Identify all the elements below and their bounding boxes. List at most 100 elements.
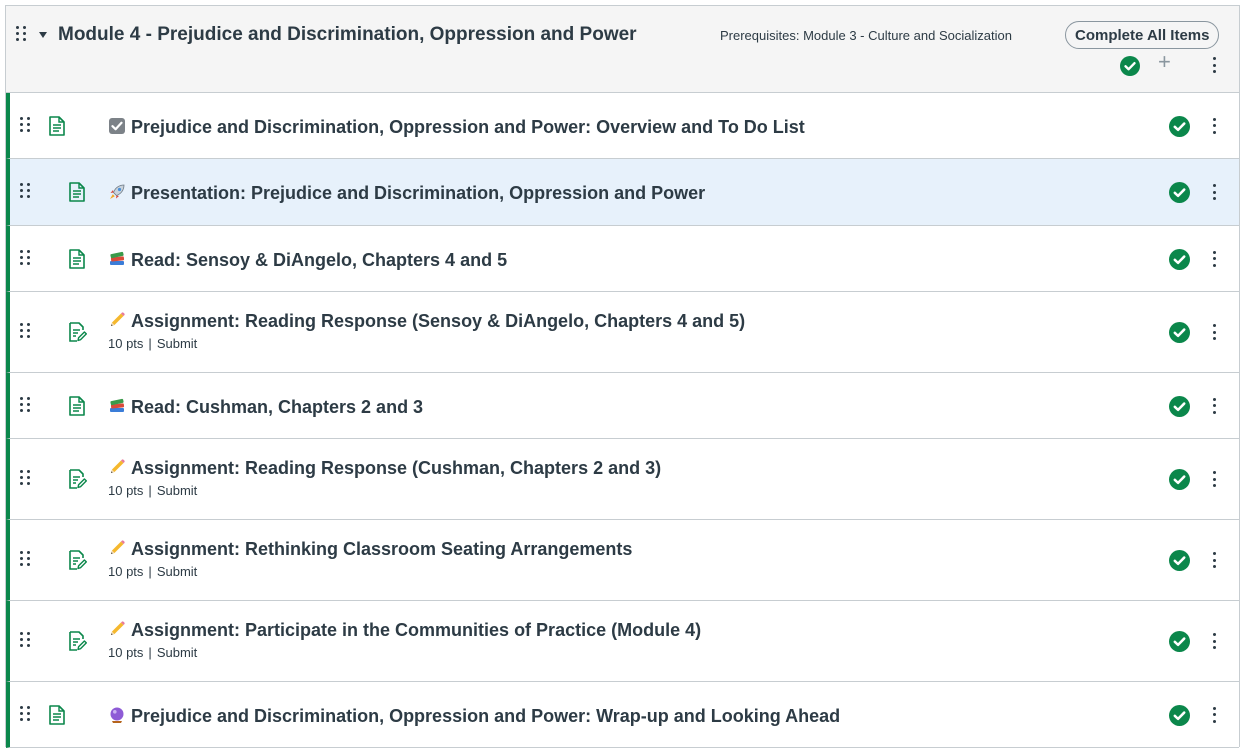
kebab-menu-icon[interactable]	[1212, 471, 1216, 487]
assignment-icon	[69, 550, 87, 575]
pencil-emoji-icon	[108, 311, 131, 331]
item-title-group: Presentation: Prejudice and Discriminati…	[108, 183, 705, 204]
published-check-icon[interactable]	[1169, 469, 1190, 495]
module-item-row[interactable]: Assignment: Reading Response (Sensoy & D…	[6, 292, 1239, 373]
kebab-menu-icon[interactable]	[1212, 57, 1216, 73]
item-points: 10 pts	[108, 336, 144, 351]
details-separator: |	[148, 645, 152, 660]
item-title-group: Assignment: Participate in the Communiti…	[108, 620, 701, 660]
item-title-group: Assignment: Rethinking Classroom Seating…	[108, 539, 632, 579]
drag-handle-icon[interactable]	[16, 26, 26, 44]
item-title-link[interactable]: Assignment: Participate in the Communiti…	[108, 620, 701, 641]
module-item-row[interactable]: Prejudice and Discrimination, Oppression…	[6, 93, 1239, 159]
drag-handle-icon[interactable]	[20, 470, 30, 488]
rocket-emoji-icon	[108, 183, 131, 203]
drag-handle-icon[interactable]	[20, 396, 30, 415]
kebab-menu-icon[interactable]	[1212, 117, 1216, 134]
page-icon	[69, 248, 85, 274]
item-title-link[interactable]: Prejudice and Discrimination, Oppression…	[108, 117, 805, 138]
drag-handle-icon[interactable]	[20, 249, 30, 268]
drag-handle-icon[interactable]	[20, 705, 30, 724]
item-title-link[interactable]: Assignment: Reading Response (Cushman, C…	[108, 458, 661, 479]
module-item-row[interactable]: Read: Cushman, Chapters 2 and 3	[6, 373, 1239, 439]
item-title-link[interactable]: Prejudice and Discrimination, Oppression…	[108, 706, 840, 727]
published-check-icon[interactable]	[1169, 631, 1190, 657]
item-title-group: Assignment: Reading Response (Cushman, C…	[108, 458, 661, 498]
item-title-text: Assignment: Reading Response (Cushman, C…	[131, 458, 662, 478]
drag-handle-icon[interactable]	[20, 632, 30, 650]
drag-handle-icon[interactable]	[20, 116, 30, 135]
item-title-link[interactable]: Read: Cushman, Chapters 2 and 3	[108, 397, 423, 418]
kebab-menu-icon[interactable]	[1212, 706, 1216, 723]
item-title-link[interactable]: Assignment: Rethinking Classroom Seating…	[108, 539, 632, 560]
pencil-emoji-icon	[108, 620, 131, 640]
kebab-menu-icon[interactable]	[1212, 184, 1216, 200]
published-check-icon[interactable]	[1169, 322, 1190, 348]
item-title-group: Read: Sensoy & DiAngelo, Chapters 4 and …	[108, 250, 507, 271]
kebab-menu-icon[interactable]	[1212, 250, 1216, 267]
assignment-icon	[69, 322, 87, 347]
published-check-icon[interactable]	[1169, 395, 1190, 422]
published-check-icon[interactable]	[1169, 182, 1190, 208]
checkbox-emoji-icon	[108, 117, 131, 137]
item-title-text: Assignment: Participate in the Communiti…	[131, 620, 702, 640]
item-title-link[interactable]: Assignment: Reading Response (Sensoy & D…	[108, 311, 745, 332]
item-title-text: Read: Cushman, Chapters 2 and 3	[131, 397, 424, 417]
item-points: 10 pts	[108, 645, 144, 660]
details-separator: |	[148, 564, 152, 579]
item-points: 10 pts	[108, 483, 144, 498]
published-check-icon[interactable]	[1169, 248, 1190, 275]
module-header[interactable]: Module 4 - Prejudice and Discrimination,…	[6, 6, 1239, 93]
module-item-row[interactable]: Assignment: Participate in the Communiti…	[6, 601, 1239, 682]
module-item-row[interactable]: Presentation: Prejudice and Discriminati…	[6, 159, 1239, 226]
details-separator: |	[148, 483, 152, 498]
item-details: 10 pts | Submit	[108, 483, 661, 498]
drag-handle-icon[interactable]	[20, 183, 30, 201]
item-title-text: Assignment: Rethinking Classroom Seating…	[131, 539, 633, 559]
published-check-icon[interactable]	[1169, 115, 1190, 142]
item-title-link[interactable]: Read: Sensoy & DiAngelo, Chapters 4 and …	[108, 250, 507, 271]
drag-handle-icon[interactable]	[20, 551, 30, 569]
module-item-row[interactable]: Assignment: Reading Response (Cushman, C…	[6, 439, 1239, 520]
item-title-text: Read: Sensoy & DiAngelo, Chapters 4 and …	[131, 250, 508, 270]
item-submission-type: Submit	[156, 483, 198, 498]
item-submission-type: Submit	[156, 645, 198, 660]
books-emoji-icon	[108, 250, 131, 270]
published-check-icon[interactable]	[1120, 56, 1140, 81]
collapse-caret-icon[interactable]	[39, 32, 47, 38]
assignment-icon	[69, 469, 87, 494]
item-title-group: Read: Cushman, Chapters 2 and 3	[108, 397, 423, 418]
module-prerequisites: Prerequisites: Module 3 - Culture and So…	[720, 28, 1012, 43]
item-title-group: Assignment: Reading Response (Sensoy & D…	[108, 311, 745, 351]
item-title-group: Prejudice and Discrimination, Oppression…	[108, 117, 805, 138]
page-icon	[49, 115, 65, 141]
completion-requirement-badge: Complete All Items	[1065, 21, 1220, 49]
kebab-menu-icon[interactable]	[1212, 552, 1216, 568]
published-check-icon[interactable]	[1169, 550, 1190, 576]
item-title-group: Prejudice and Discrimination, Oppression…	[108, 706, 840, 727]
item-submission-type: Submit	[156, 336, 198, 351]
crystal-ball-emoji-icon	[108, 706, 131, 726]
kebab-menu-icon[interactable]	[1212, 633, 1216, 649]
books-emoji-icon	[108, 397, 131, 417]
item-title-text: Prejudice and Discrimination, Oppression…	[131, 117, 805, 137]
pencil-emoji-icon	[108, 458, 131, 478]
details-separator: |	[148, 336, 152, 351]
item-points: 10 pts	[108, 564, 144, 579]
module-item-row[interactable]: Assignment: Rethinking Classroom Seating…	[6, 520, 1239, 601]
item-details: 10 pts | Submit	[108, 336, 745, 351]
page-icon	[69, 182, 85, 207]
item-submission-type: Submit	[156, 564, 198, 579]
kebab-menu-icon[interactable]	[1212, 324, 1216, 340]
module-container: Module 4 - Prejudice and Discrimination,…	[5, 5, 1240, 748]
item-details: 10 pts | Submit	[108, 564, 632, 579]
item-title-link[interactable]: Presentation: Prejudice and Discriminati…	[108, 183, 705, 204]
pencil-emoji-icon	[108, 539, 131, 559]
published-check-icon[interactable]	[1169, 704, 1190, 731]
module-item-row[interactable]: Prejudice and Discrimination, Oppression…	[6, 682, 1239, 748]
kebab-menu-icon[interactable]	[1212, 397, 1216, 414]
item-title-text: Prejudice and Discrimination, Oppression…	[131, 706, 841, 726]
drag-handle-icon[interactable]	[20, 323, 30, 341]
module-item-row[interactable]: Read: Sensoy & DiAngelo, Chapters 4 and …	[6, 226, 1239, 292]
add-icon[interactable]: +	[1158, 51, 1171, 73]
